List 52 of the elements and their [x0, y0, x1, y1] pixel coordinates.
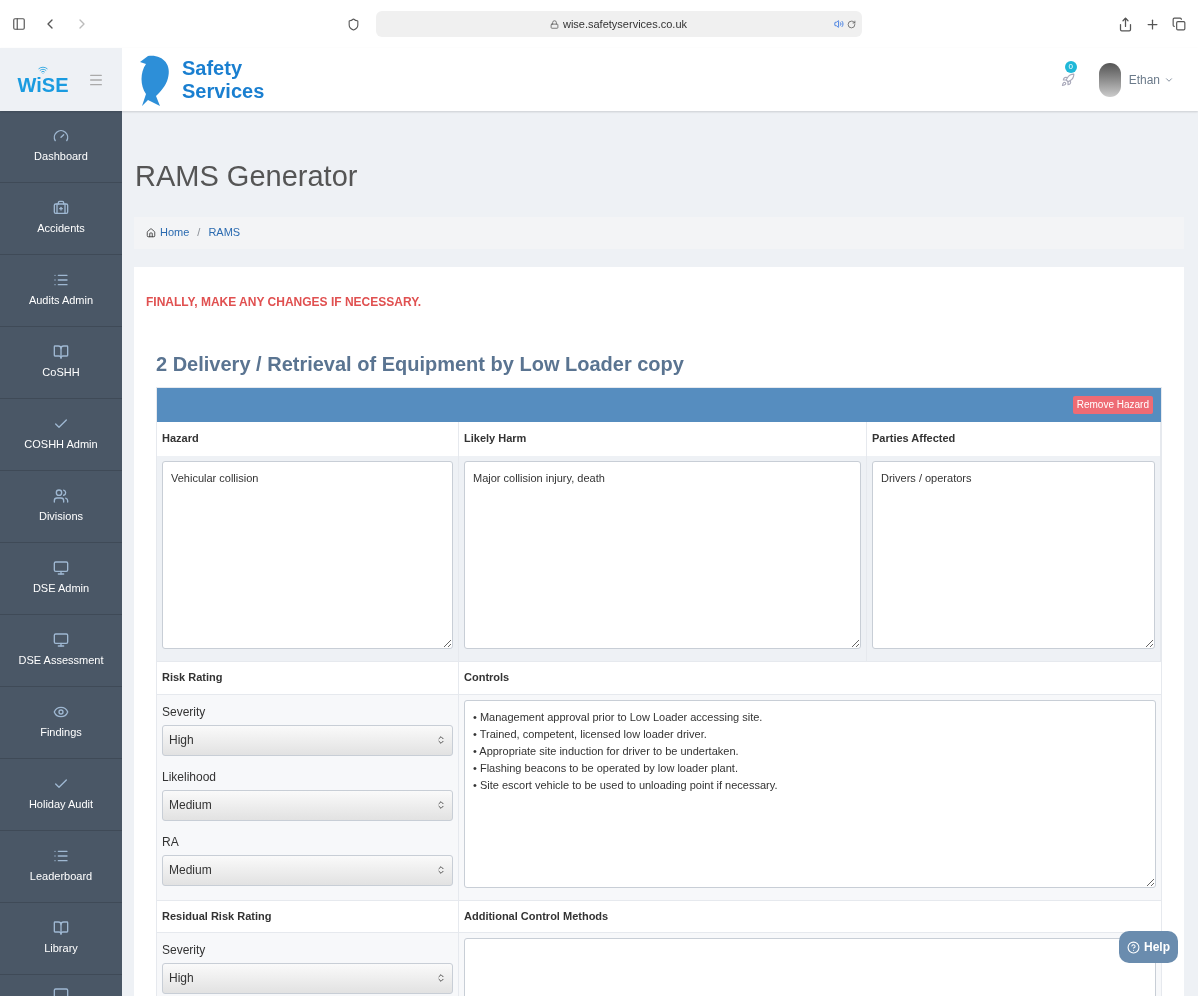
updown-icon — [436, 800, 446, 810]
breadcrumb-link[interactable]: RAMS — [208, 224, 241, 241]
lock-icon — [549, 19, 559, 29]
share-icon[interactable] — [1118, 16, 1133, 32]
page-title: RAMS Generator — [135, 159, 359, 194]
address-bar[interactable]: wise.safetyservices.co.uk — [375, 11, 862, 37]
select-field[interactable]: Medium — [162, 854, 453, 886]
tabs-icon[interactable] — [1172, 16, 1186, 31]
shield-icon[interactable] — [346, 17, 360, 31]
home-icon — [146, 227, 156, 238]
updown-icon — [436, 973, 446, 983]
notification-badge: 0 — [1064, 60, 1077, 73]
user-menu[interactable]: Ethan — [1128, 70, 1160, 89]
sidebar-item-icon — [53, 488, 69, 505]
select-field[interactable]: Medium — [162, 789, 453, 821]
text-area[interactable]: Vehicular collision — [162, 460, 453, 649]
sidebar-item-icon — [53, 560, 69, 577]
breadcrumb-separator: / — [196, 225, 202, 241]
sidebar-item-icon — [53, 200, 69, 217]
section-heading: Risk Rating — [157, 661, 459, 695]
help-button[interactable]: Help — [1119, 931, 1178, 963]
section-heading: Residual Risk Rating — [157, 899, 459, 933]
section-heading: Additional Control Methods — [459, 899, 1161, 933]
field-label: Likelihood — [162, 768, 218, 786]
hazard-title: 2 Delivery / Retrieval of Equipment by Low Loader copy — [156, 351, 685, 377]
select-field[interactable]: High — [162, 962, 453, 994]
sidebar-item-icon — [53, 632, 69, 649]
sidebar-item-icon — [53, 344, 69, 361]
sidebar-item-icon — [53, 920, 69, 937]
brand-name: Safety Services — [182, 56, 265, 103]
updown-icon — [436, 865, 446, 875]
field-label: Severity — [162, 703, 207, 721]
sidebar-toggle-icon[interactable] — [12, 17, 26, 31]
breadcrumb-link[interactable]: Home — [160, 224, 190, 241]
section-heading: Controls — [459, 661, 1161, 695]
select-field[interactable]: High — [162, 724, 453, 756]
column-heading: Hazard — [157, 421, 459, 456]
column-heading: Parties Affected — [867, 421, 1161, 456]
reload-icon[interactable] — [846, 19, 856, 29]
text-area[interactable]: • Management approval prior to Low Loader accessing site. • Trained, competent, licensed low loader driver. • Appropriate site induction for driver to be undertaken. • Flashing beacons to be operated by low loader plant. • Site escort vehicle to be used to unloading point if necessary. — [464, 699, 1156, 888]
new-tab-icon[interactable] — [1145, 16, 1160, 32]
notice-text: FINALLY, MAKE ANY CHANGES IF NECESSARY. — [146, 293, 423, 311]
help-icon — [1127, 940, 1140, 954]
text-area[interactable]: Drivers / operators — [872, 460, 1155, 649]
column-heading: Likely Harm — [459, 421, 867, 456]
wifi-icon — [38, 64, 48, 75]
field-label: Severity — [162, 941, 207, 959]
text-area[interactable]: Major collision injury, death — [464, 460, 861, 649]
field-label: RA — [162, 833, 180, 851]
user-avatar[interactable] — [1098, 62, 1121, 97]
speaker-icon[interactable] — [833, 19, 844, 29]
updown-icon — [436, 735, 446, 745]
